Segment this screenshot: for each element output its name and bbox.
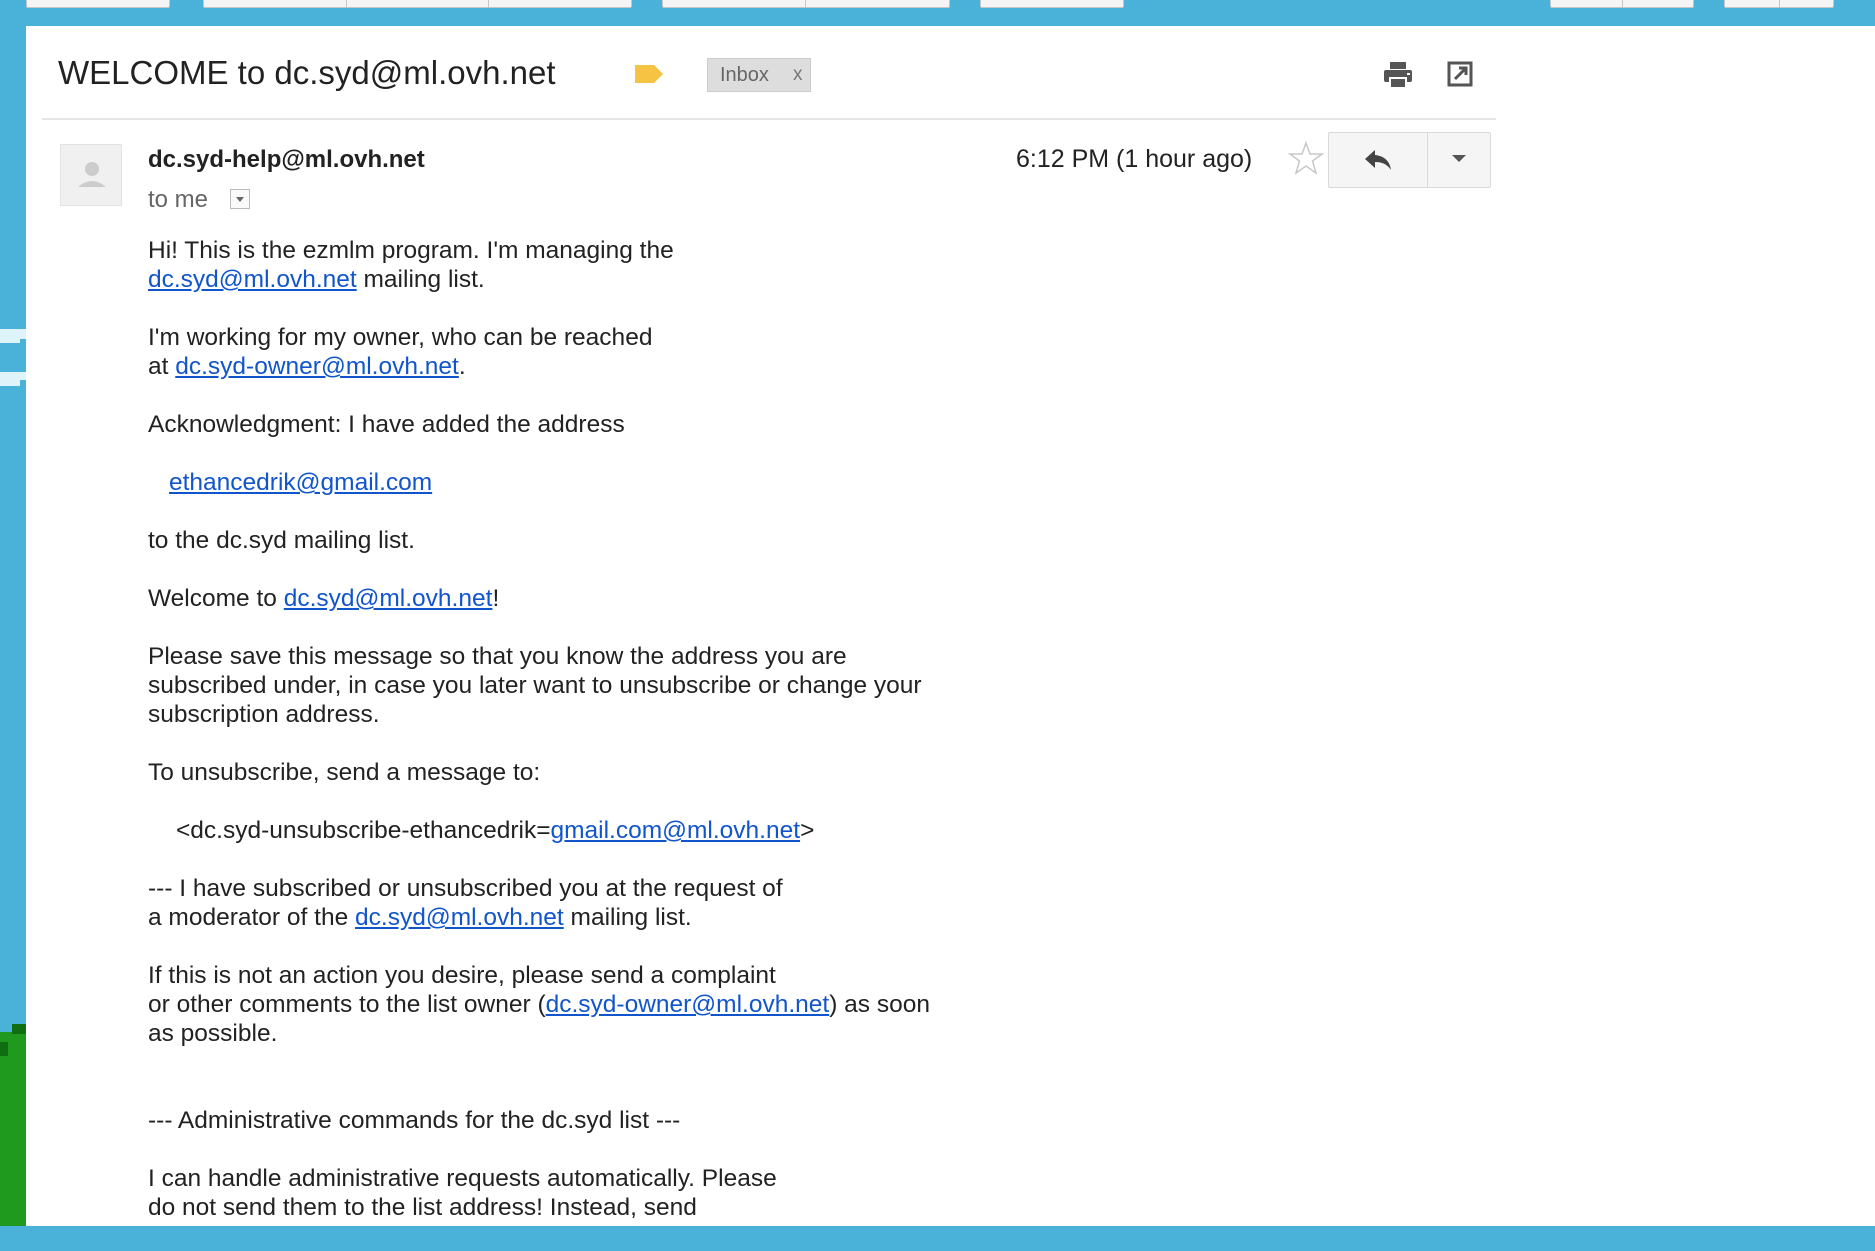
email-subject: WELCOME to dc.syd@ml.ovh.net	[58, 54, 556, 91]
owner-address-link[interactable]: dc.syd-owner@ml.ovh.net	[546, 991, 830, 1018]
toolbar-button-group[interactable]	[662, 0, 950, 8]
subject-row: WELCOME to dc.syd@ml.ovh.net Inbox x	[26, 26, 1496, 120]
owner-address-link[interactable]: dc.syd-owner@ml.ovh.net	[175, 353, 459, 380]
background-art	[0, 26, 26, 1226]
body-paragraph: To unsubscribe, send a message to:	[148, 759, 541, 786]
top-toolbar	[0, 0, 1875, 26]
email-timestamp: 6:12 PM (1 hour ago)	[1016, 145, 1253, 173]
body-paragraph: Acknowledgment: I have added the address	[148, 411, 625, 438]
unsubscribe-address-link[interactable]: gmail.com@ml.ovh.net	[551, 817, 801, 844]
star-icon[interactable]	[1288, 140, 1324, 176]
sender-address[interactable]: dc.syd-help@ml.ovh.net	[148, 146, 425, 174]
header-divider	[42, 118, 1496, 120]
sender-avatar[interactable]	[60, 144, 122, 206]
new-window-icon[interactable]	[1446, 60, 1474, 88]
print-icon[interactable]	[1382, 60, 1414, 90]
email-view: WELCOME to dc.syd@ml.ovh.net Inbox x dc.…	[26, 26, 1875, 1226]
label-icon[interactable]	[634, 63, 664, 85]
email-body: Hi! This is the ezmlm program. I'm manag…	[148, 236, 1248, 1251]
body-paragraph: ethancedrik@gmail.com	[148, 468, 1248, 497]
body-paragraph: to the dc.syd mailing list.	[148, 527, 415, 554]
list-address-link[interactable]: dc.syd@ml.ovh.net	[148, 266, 357, 293]
body-paragraph: --- I have subscribed or unsubscribed yo…	[148, 875, 783, 931]
toolbar-button[interactable]	[980, 0, 1124, 8]
subscriber-address-link[interactable]: ethancedrik@gmail.com	[169, 469, 432, 496]
recipient-summary: to me	[148, 186, 209, 213]
body-paragraph: Welcome to dc.syd@ml.ovh.net!	[148, 585, 500, 612]
body-paragraph: I can handle administrative requests aut…	[148, 1165, 777, 1221]
more-options-button[interactable]	[1427, 133, 1491, 187]
list-address-link[interactable]: dc.syd@ml.ovh.net	[284, 585, 493, 612]
body-paragraph: I'm working for my owner, who can be rea…	[148, 324, 653, 380]
body-paragraph: Please save this message so that you kno…	[148, 643, 922, 728]
toolbar-button-group[interactable]	[1724, 0, 1834, 8]
list-address-link[interactable]: dc.syd@ml.ovh.net	[355, 904, 564, 931]
inbox-label-chip: Inbox x	[707, 58, 812, 92]
person-icon	[78, 162, 106, 187]
toolbar-button-group[interactable]	[203, 0, 632, 8]
body-paragraph: If this is not an action you desire, ple…	[148, 962, 930, 1047]
body-paragraph: Hi! This is the ezmlm program. I'm manag…	[148, 237, 674, 293]
body-paragraph: <dc.syd-unsubscribe-ethancedrik=gmail.co…	[176, 817, 815, 844]
toolbar-button-group[interactable]	[1550, 0, 1694, 8]
toolbar-button[interactable]	[26, 0, 170, 8]
inbox-label-text: Inbox	[720, 63, 769, 86]
reply-icon	[1365, 150, 1391, 170]
chevron-down-icon[interactable]	[230, 189, 250, 209]
reply-button-group	[1328, 132, 1491, 188]
remove-label-button[interactable]: x	[793, 64, 803, 86]
body-paragraph: --- Administrative commands for the dc.s…	[148, 1107, 681, 1134]
reply-button[interactable]	[1329, 133, 1427, 187]
